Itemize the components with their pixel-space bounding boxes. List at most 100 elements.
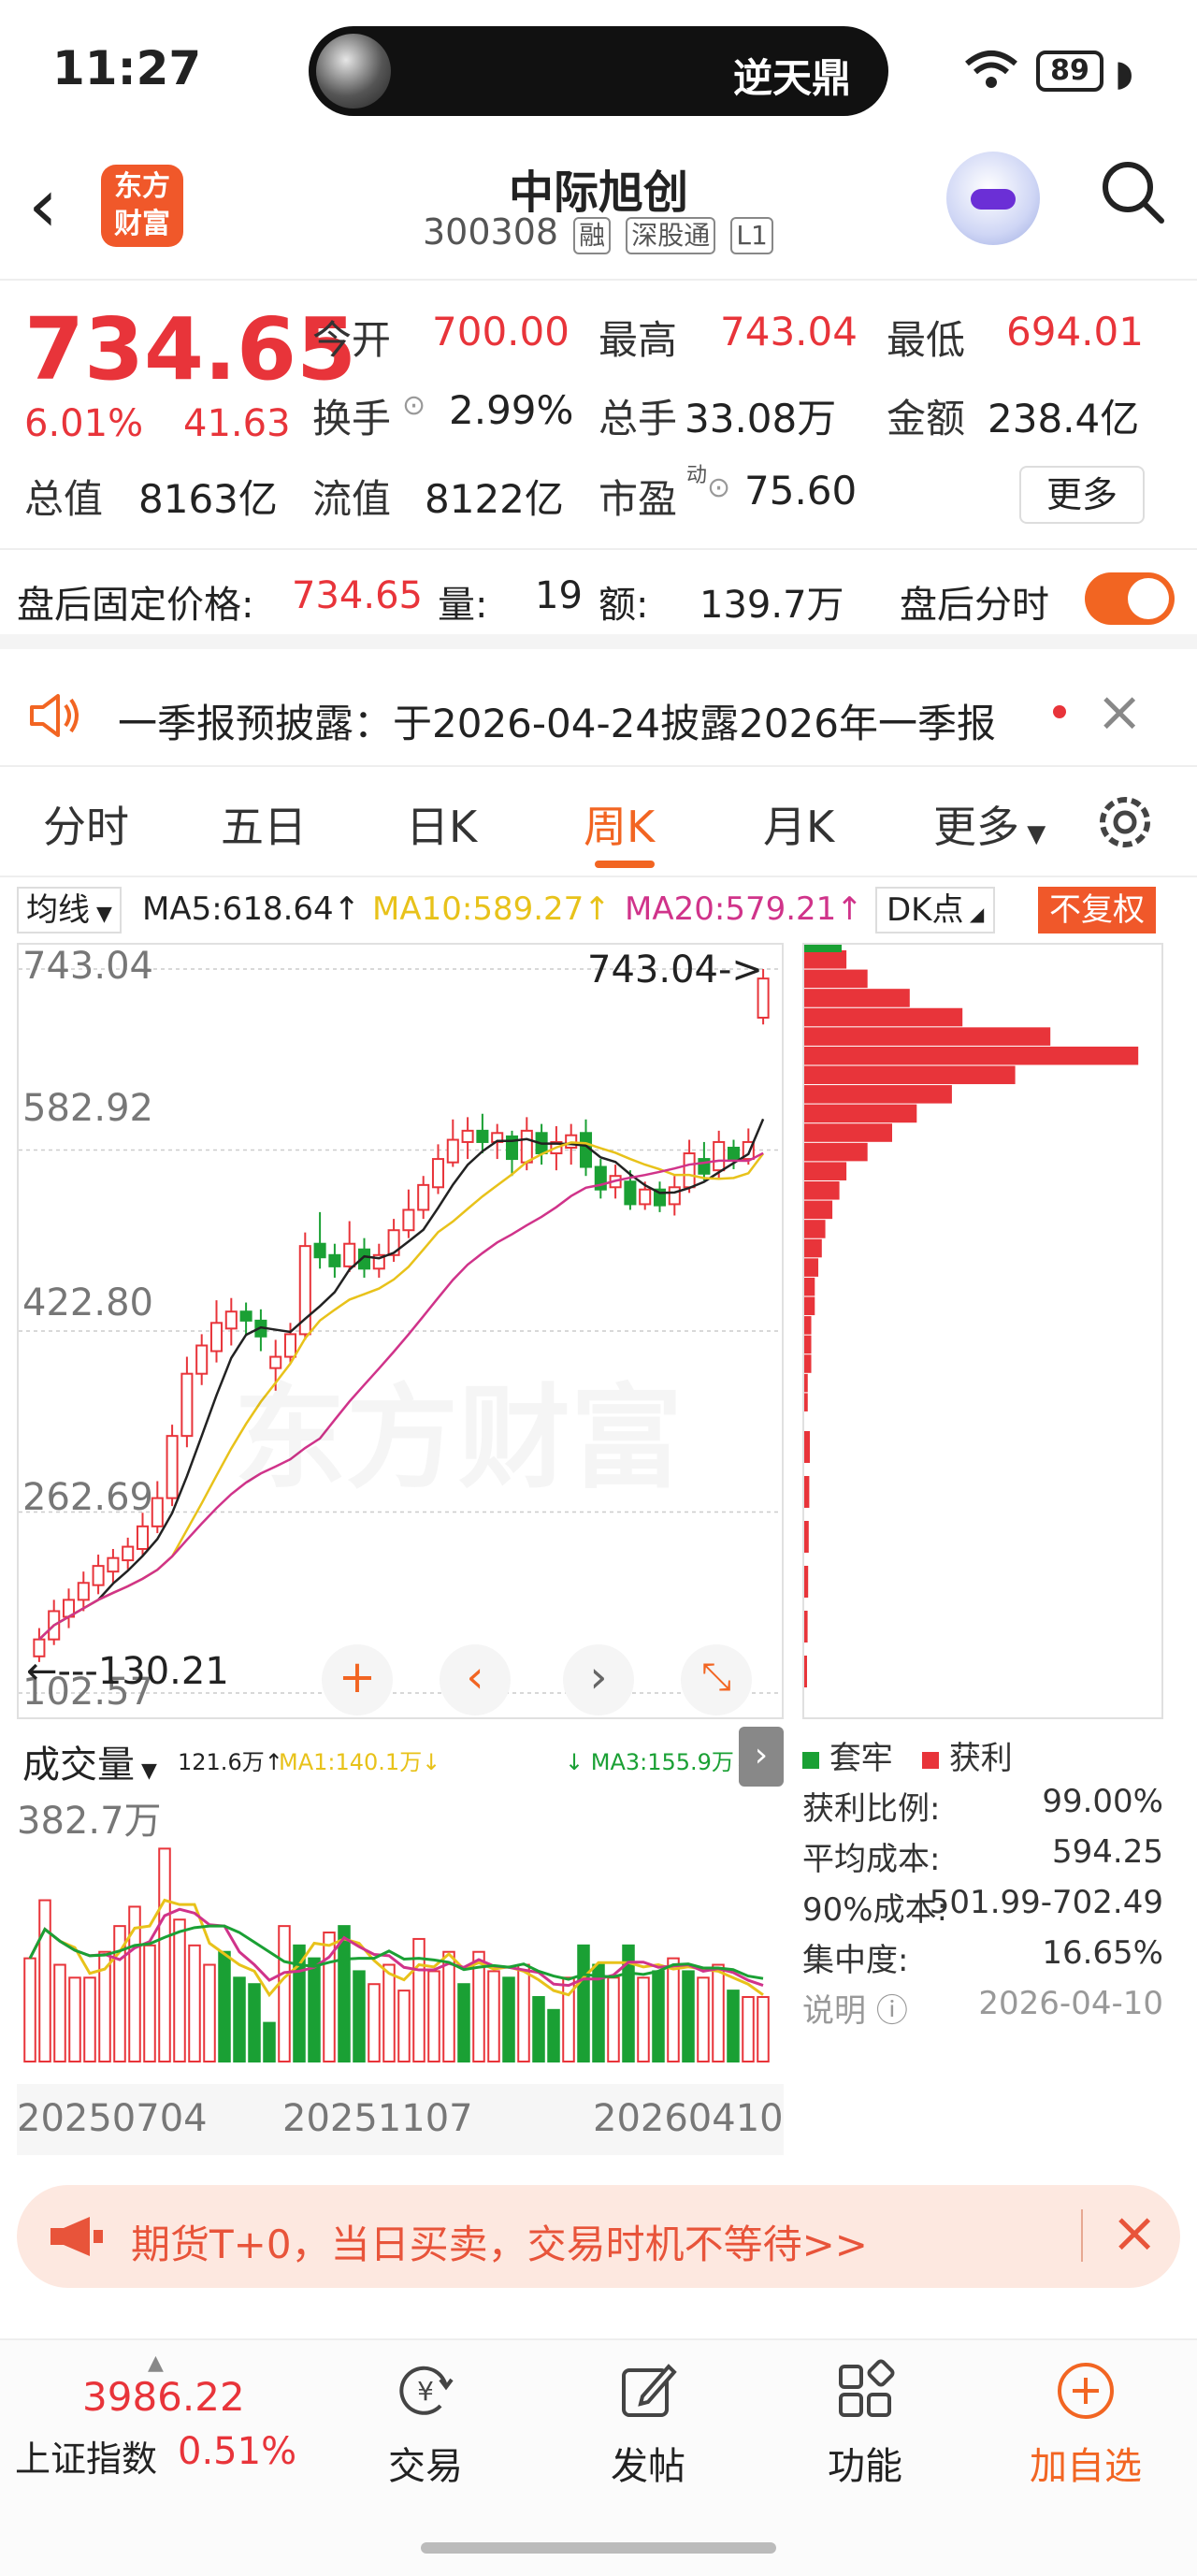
mktcap-value: 8163亿 (138, 476, 278, 522)
explain-label: 说明 (802, 1992, 866, 2030)
volume-bar (278, 1925, 291, 2062)
active-tab-indicator (595, 861, 655, 868)
chip-bar (804, 1027, 1051, 1046)
chip-bar (804, 1258, 819, 1277)
chip-bar (804, 1046, 1139, 1065)
candle-body (476, 1129, 489, 1143)
volume-bar (368, 1983, 381, 2062)
chip-bar (804, 1316, 812, 1335)
search-icon[interactable] (1100, 159, 1165, 224)
after-hours-toggle[interactable] (1085, 572, 1175, 625)
nav-trade[interactable]: ¥ 交易 (355, 2359, 496, 2490)
nav-functions[interactable]: 功能 (795, 2359, 935, 2490)
tab-five-day[interactable]: 五日 (221, 793, 307, 855)
info-icon: ⓘ (875, 1992, 908, 2030)
index-value[interactable]: 3986.22 (82, 2374, 245, 2420)
zoom-in-button[interactable]: + (322, 1644, 393, 1715)
volume-bar (547, 2008, 560, 2062)
pe-info-icon[interactable]: ⊙ (707, 471, 730, 504)
nav-post[interactable]: 发帖 (578, 2359, 718, 2490)
leaf-icon: ◗ (1115, 52, 1134, 94)
change-amount: 41.63 (183, 402, 291, 445)
nav-add-watchlist[interactable]: 加自选 (1016, 2359, 1156, 2490)
fullscreen-icon[interactable]: ⤡ (681, 1644, 752, 1715)
chip-bar (804, 1181, 840, 1200)
min-price-marker: ←---130.21 (26, 1650, 229, 1693)
tab-monthly-k[interactable]: 月K (763, 793, 834, 855)
chip-bar (804, 1007, 963, 1027)
candle-body (107, 1556, 120, 1573)
scroll-right-button[interactable]: › (563, 1644, 634, 1715)
more-button[interactable]: 更多 (1019, 466, 1145, 524)
dynamic-island[interactable]: 逆天鼎 (309, 26, 888, 116)
chip-bar (804, 1123, 892, 1142)
edit-icon (622, 2364, 677, 2417)
volume-bar (23, 1957, 36, 2062)
ma-type-select[interactable]: 均线 ▼ (17, 887, 122, 933)
candle-body (122, 1545, 135, 1562)
chip-explain-link[interactable]: 说明 ⓘ (802, 1985, 908, 2031)
volume-bar (248, 1983, 261, 2062)
tab-more[interactable]: 更多 ▼ (933, 793, 1046, 855)
promo-banner[interactable]: 期货T+0，当日买卖，交易时机不等待>> × (17, 2185, 1180, 2288)
scroll-left-button[interactable]: ‹ (440, 1644, 511, 1715)
candle-body (727, 1146, 741, 1161)
candle-body (224, 1310, 238, 1330)
chip-bar (804, 1393, 808, 1411)
candle-body (461, 1129, 474, 1143)
chip-bar (804, 989, 910, 1007)
notice-bar[interactable]: 一季报预披露：于2026-04-24披露2026年一季报 × (0, 664, 1197, 767)
volume-bar (338, 1925, 351, 2062)
volume-bar (173, 1918, 186, 2062)
volume-bar (308, 1957, 321, 2062)
after-hours-label: 盘后固定价格: (17, 584, 254, 627)
index-name[interactable]: 上证指数 (15, 2430, 157, 2482)
volume-legend: 成交量 ▼ 121.6万↑ MA1:140.1万↓ ↓ MA3:155.9万↓ … (17, 1727, 784, 1788)
close-icon[interactable]: × (1096, 679, 1143, 745)
candle-body (328, 1253, 341, 1267)
profit-label: 获利 (948, 1740, 1013, 1777)
speaker-icon (30, 694, 79, 737)
dk-point-select[interactable]: DK点 ◢ (875, 887, 996, 933)
volume-type-select[interactable]: 成交量 ▼ (22, 1734, 157, 1788)
grid-icon (839, 2359, 895, 2417)
pe-value: 75.60 (744, 468, 858, 514)
candle-body (713, 1140, 726, 1172)
chip-bar (804, 1104, 917, 1123)
float-label: 流值 (312, 476, 392, 522)
volume-bar (218, 1950, 231, 2062)
tab-intraday[interactable]: 分时 (43, 793, 129, 855)
after-hours-bar: 盘后固定价格: 734.65 量: 19 额: 139.7万 盘后分时 (0, 550, 1197, 649)
chip-legend-profit: 获利 (922, 1732, 1013, 1778)
gear-icon[interactable] (1092, 789, 1158, 855)
adjust-button[interactable]: 不复权 (1038, 887, 1156, 933)
chevron-right-icon[interactable]: › (739, 1727, 784, 1787)
wifi-icon (965, 51, 1017, 88)
volume-bar (233, 1976, 246, 2062)
change-percent: 6.01% (24, 402, 144, 445)
chip-svg (804, 945, 1139, 1687)
y-label-1: 582.92 (22, 1087, 153, 1130)
stock-code-row: 300308 融 深股通 L1 (423, 211, 773, 254)
assistant-robot-icon[interactable] (946, 152, 1040, 245)
watermark-text: 东方财富 (234, 1347, 683, 1510)
notice-text: 一季报预披露：于2026-04-24披露2026年一季报 (118, 701, 996, 746)
info-icon[interactable]: ⊙ (402, 389, 425, 422)
kline-chart[interactable]: 东方财富 743.04 582.92 422.80 262.69 102.57 … (17, 943, 784, 1719)
volume-bar (667, 1957, 680, 2062)
tab-weekly-k[interactable]: 周K (584, 793, 655, 855)
candle-body (446, 1138, 459, 1164)
close-icon[interactable]: × (1111, 2200, 1158, 2265)
index-change: 0.51% (178, 2430, 297, 2473)
stock-code: 300308 (423, 211, 559, 253)
home-indicator[interactable] (421, 2542, 776, 2554)
chip-stat-label: 集中度: (802, 1942, 909, 1979)
candle-body (431, 1158, 445, 1189)
chip-distribution[interactable] (802, 943, 1163, 1719)
tag-margin: 融 (573, 217, 612, 254)
tab-daily-k[interactable]: 日K (406, 793, 477, 855)
volume-chart[interactable]: 382.7万 (17, 1787, 784, 2071)
volume-bar (637, 1976, 650, 2062)
candle-body (195, 1344, 209, 1375)
volume-bar (68, 1976, 81, 2062)
